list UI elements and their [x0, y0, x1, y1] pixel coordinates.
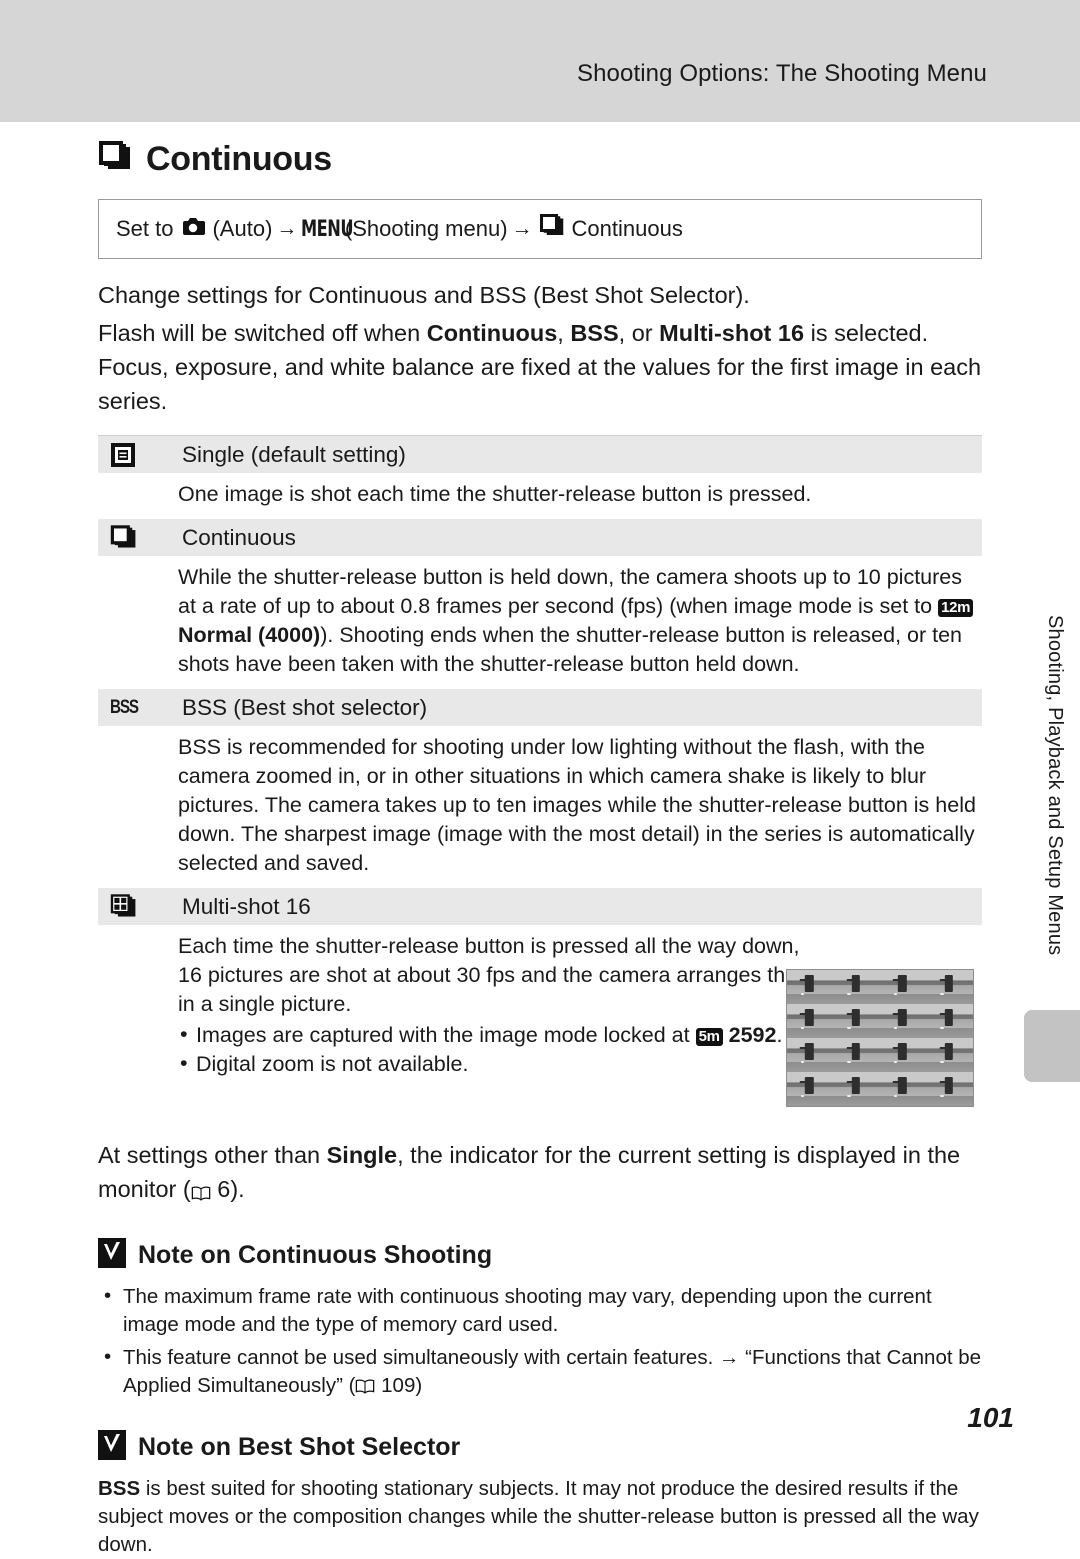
table-row-header-bss: BSS BSS (Best shot selector)	[98, 689, 982, 726]
note1-bullet1: The maximum frame rate with continuous s…	[123, 1284, 932, 1336]
continuous-stack-icon	[106, 524, 182, 551]
thumbnail-frame	[926, 1072, 973, 1106]
intro-p2-bold-multishot: Multi-shot 16	[659, 320, 805, 346]
bss-icon: BSS	[106, 697, 182, 719]
page-title: Continuous	[146, 140, 332, 178]
page-header-banner: Shooting Options: The Shooting Menu	[0, 0, 1080, 122]
option-description-single: One image is shot each time the shutter-…	[178, 482, 812, 506]
thumbnail-frame	[926, 1004, 973, 1038]
header-title: Shooting Options: The Shooting Menu	[577, 60, 987, 87]
image-mode-badge-5m: 5m	[695, 1028, 723, 1046]
thumbnail-frame	[926, 1038, 973, 1072]
option-description-bss: BSS is recommended for shooting under lo…	[178, 735, 976, 875]
thumbnail-frame	[833, 1004, 880, 1038]
option-description-continuous-bold: Normal (4000)	[178, 623, 321, 647]
note-heading-best-shot-selector: Note on Best Shot Selector	[98, 1430, 982, 1465]
table-row-header-multishot: Multi-shot 16	[98, 888, 982, 925]
arrow-right-icon-2: →	[511, 217, 533, 240]
thumbnail-frame	[833, 1038, 880, 1072]
intro-p2-part1: Flash will be switched off when	[98, 320, 427, 346]
multi-shot-16-sample-thumbnail	[786, 969, 974, 1107]
thumbnail-frame	[880, 1004, 927, 1038]
instruction-auto-label: (Auto)	[212, 216, 273, 241]
thumbnail-frame	[787, 1038, 834, 1072]
after-table-paragraph: At settings other than Single, the indic…	[98, 1138, 982, 1208]
thumbnail-frame	[833, 970, 880, 1004]
option-description-multishot-wrap: Each time the shutter-release button is …	[178, 932, 818, 1079]
arrow-right-icon-1: →	[276, 217, 298, 240]
chapter-thumb-tab	[1024, 1010, 1080, 1082]
intro-paragraph-1: Change settings for Continuous and BSS (…	[98, 282, 750, 308]
book-reference-icon	[191, 1174, 211, 1208]
multi-shot-grid-icon	[106, 893, 182, 920]
note-bullet-list-continuous: The maximum frame rate with continuous s…	[98, 1282, 982, 1401]
table-row-header-continuous: Continuous	[98, 519, 982, 556]
intro-p2-bold-bss: BSS	[570, 320, 619, 346]
instruction-continuous-label: Continuous	[571, 216, 683, 241]
note2-bold-bss: BSS	[98, 1477, 141, 1501]
note-title: Note on Best Shot Selector	[138, 1433, 461, 1462]
instruction-menu-paren: (Shooting menu)	[344, 216, 508, 241]
thumbnail-frame	[833, 1072, 880, 1106]
option-label-multishot: Multi-shot 16	[182, 893, 311, 919]
note-title: Note on Continuous Shooting	[138, 1240, 493, 1269]
thumbnail-frame	[787, 970, 834, 1004]
note1-bullet2: This feature cannot be used simultaneous…	[123, 1345, 982, 1397]
continuous-stack-icon	[539, 214, 565, 244]
table-row-header-single: Single (default setting)	[98, 436, 982, 473]
after-table-bold-single: Single	[326, 1142, 398, 1168]
instruction-prefix: Set to	[116, 216, 174, 241]
book-reference-icon	[355, 1372, 375, 1400]
note2-rest: is best suited for shooting stationary s…	[98, 1477, 979, 1557]
table-row-body-continuous: While the shutter-release button is held…	[98, 556, 982, 689]
camera-auto-icon	[181, 216, 206, 242]
option-label-continuous: Continuous	[182, 524, 296, 550]
list-item: The maximum frame rate with continuous s…	[98, 1282, 982, 1339]
list-item: Digital zoom is not available.	[178, 1049, 818, 1079]
thumbnail-frame	[880, 970, 927, 1004]
thumbnail-frame	[880, 1072, 927, 1106]
check-mark-icon	[98, 1237, 126, 1273]
bss-icon-text: BSS	[110, 696, 139, 718]
note1-bullet2-page-ref: 109)	[375, 1373, 423, 1397]
option-label-bss: BSS (Best shot selector)	[182, 694, 428, 720]
multishot-bullet-list: Images are captured with the image mode …	[178, 1020, 818, 1079]
thumbnail-frame	[880, 1038, 927, 1072]
chapter-sidebar-label: Shooting, Playback and Setup Menus	[1044, 615, 1066, 956]
menu-button-label: MENU	[301, 216, 354, 242]
setting-path-box: Set to (Auto) → MENU (Shooting menu) → C…	[98, 199, 982, 259]
option-description-continuous-part1: While the shutter-release button is held…	[178, 565, 962, 618]
after-table-page-ref: 6).	[210, 1176, 245, 1202]
page-number: 101	[967, 1402, 1014, 1433]
single-shot-icon	[106, 442, 182, 468]
multishot-bullet2: Digital zoom is not available.	[196, 1052, 469, 1076]
continuous-options-table: Single (default setting) One image is sh…	[98, 435, 982, 1114]
thumbnail-frame	[926, 970, 973, 1004]
after-table-part1: At settings other than	[98, 1142, 327, 1168]
list-item: Images are captured with the image mode …	[178, 1020, 818, 1050]
intro-p2-bold-continuous: Continuous	[426, 320, 558, 346]
table-row-body-single: One image is shot each time the shutter-…	[98, 473, 982, 519]
option-description-multishot: Each time the shutter-release button is …	[178, 934, 816, 1016]
multishot-bullet1-part2: .	[776, 1023, 783, 1047]
intro-p2-sep2: , or	[618, 320, 660, 346]
list-item: This feature cannot be used simultaneous…	[98, 1343, 982, 1401]
table-row-body-bss: BSS is recommended for shooting under lo…	[98, 726, 982, 888]
note-paragraph-best-shot-selector: BSS is best suited for shooting stationa…	[98, 1475, 982, 1559]
option-label-single: Single (default setting)	[182, 441, 406, 467]
intro-p2-sep1: ,	[557, 320, 571, 346]
image-mode-badge-12m: 12m	[938, 599, 974, 617]
section-heading: Continuous	[98, 140, 982, 179]
multishot-bullet1-part1: Images are captured with the image mode …	[196, 1023, 696, 1047]
thumbnail-frame	[787, 1004, 834, 1038]
check-mark-icon	[98, 1430, 126, 1465]
note-heading-continuous-shooting: Note on Continuous Shooting	[98, 1237, 982, 1273]
continuous-stack-icon	[98, 141, 132, 178]
thumbnail-frame	[787, 1072, 834, 1106]
table-row-body-multishot: Each time the shutter-release button is …	[98, 925, 982, 1114]
intro-paragraph-2: Flash will be switched off when Continuo…	[98, 316, 982, 418]
page-content: Continuous Set to (Auto) → MENU (Shootin…	[98, 122, 982, 1559]
multishot-bullet1-bold: 2592	[728, 1023, 777, 1047]
